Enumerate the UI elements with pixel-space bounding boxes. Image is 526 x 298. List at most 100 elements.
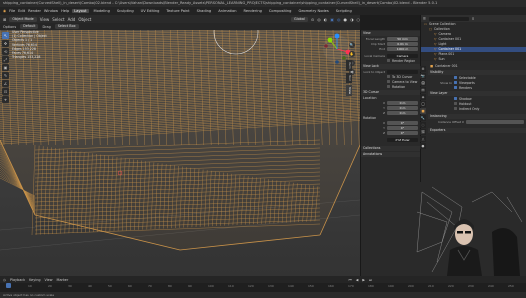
- menu-view[interactable]: View: [40, 17, 50, 22]
- overlay-icon[interactable]: ◐: [324, 17, 328, 22]
- workspace-tab-compositing[interactable]: Compositing: [267, 9, 294, 13]
- workspace-tab-uv-editing[interactable]: UV Editing: [139, 9, 162, 13]
- menu-marker[interactable]: Marker: [57, 278, 69, 282]
- transform-tool-icon[interactable]: ▣: [2, 64, 9, 71]
- viewports-checkbox[interactable]: [454, 81, 457, 84]
- menu-playback[interactable]: Playback: [10, 278, 25, 282]
- cursor-loc-x-field[interactable]: 0 m: [387, 100, 418, 105]
- cursor-rot-x-field[interactable]: 0°: [387, 120, 418, 125]
- menu-file[interactable]: File: [9, 9, 15, 13]
- rotation-mode-dropdown[interactable]: XYZ Euler: [387, 137, 418, 142]
- workspace-tab-sculpting[interactable]: Sculpting: [115, 9, 136, 13]
- timeline-ruler[interactable]: 0102030405060708090100110120130140150160…: [0, 283, 526, 292]
- playhead[interactable]: [6, 283, 11, 288]
- workspace-tab-shading[interactable]: Shading: [195, 9, 214, 13]
- selectable-checkbox[interactable]: [454, 76, 457, 79]
- holdout-checkbox[interactable]: [454, 102, 457, 105]
- filter-icon[interactable]: ⊽: [472, 17, 474, 21]
- workspace-tab-modeling[interactable]: Modeling: [92, 9, 112, 13]
- render-props-icon[interactable]: 📷: [420, 73, 426, 79]
- workspace-tab-geometry-nodes[interactable]: Geometry Nodes: [296, 9, 330, 13]
- camera-to-view-checkbox[interactable]: [387, 80, 390, 83]
- world-props-icon[interactable]: ◯: [420, 101, 426, 107]
- zoom-icon[interactable]: 🔍: [349, 42, 355, 48]
- exporters-section-header[interactable]: Exporters: [428, 128, 526, 133]
- menu-help[interactable]: Help: [61, 9, 69, 13]
- shading-solid-icon[interactable]: ●: [344, 17, 348, 22]
- cursor-rot-y-field[interactable]: 0°: [387, 125, 418, 130]
- cursor-loc-y-field[interactable]: 0 m: [387, 105, 418, 110]
- select-tool-icon[interactable]: ↖: [2, 32, 9, 39]
- constraint-props-icon[interactable]: ⛓: [420, 129, 426, 135]
- editor-type-icon[interactable]: ⊞: [3, 17, 6, 22]
- menu-window[interactable]: Window: [44, 9, 58, 13]
- outliner-search-input[interactable]: [428, 16, 469, 21]
- cursor-rot-z-field[interactable]: 0°: [387, 130, 418, 135]
- blender-logo-icon[interactable]: ◉: [3, 9, 6, 13]
- lock-object-field[interactable]: [387, 69, 418, 74]
- jump-start-icon[interactable]: ⏮: [349, 278, 352, 282]
- timeline-editor-icon[interactable]: ◷: [3, 278, 6, 282]
- renders-checkbox[interactable]: [454, 86, 457, 89]
- jump-end-icon[interactable]: ⏭: [369, 278, 372, 282]
- cursor-tool-icon[interactable]: ⌖: [2, 96, 9, 103]
- menu-render[interactable]: Render: [28, 9, 41, 13]
- scale-tool-icon[interactable]: ⤢: [2, 56, 9, 63]
- move-tool-icon[interactable]: ✥: [2, 40, 9, 47]
- modifier-props-icon[interactable]: 🔧: [420, 115, 426, 121]
- view-layer-props-icon[interactable]: ▤: [420, 87, 426, 93]
- rotate-tool-icon[interactable]: ⟲: [2, 48, 9, 55]
- shading-wire-icon[interactable]: ◍: [337, 17, 341, 22]
- shadow-checkbox[interactable]: [454, 97, 457, 100]
- play-icon[interactable]: ▶: [362, 278, 365, 282]
- annotate-tool-icon[interactable]: ✎: [2, 72, 9, 79]
- data-props-icon[interactable]: △: [420, 136, 426, 142]
- workspace-tab-rendering[interactable]: Rendering: [242, 9, 264, 13]
- measure-tool-icon[interactable]: ∠: [2, 80, 9, 87]
- object-name-field[interactable]: Container 001: [435, 64, 458, 68]
- scene-props-icon[interactable]: ◈: [420, 94, 426, 100]
- mode-dropdown[interactable]: Object Mode: [9, 16, 37, 22]
- lock-rotation-checkbox[interactable]: [387, 85, 390, 88]
- tool-props-icon[interactable]: ⚙: [420, 66, 426, 72]
- menu-view-timeline[interactable]: View: [45, 278, 53, 282]
- select-box-dropdown[interactable]: Select Box: [54, 24, 79, 29]
- menu-add[interactable]: Add: [68, 17, 76, 22]
- play-reverse-icon[interactable]: ◀: [356, 278, 359, 282]
- 3d-viewport[interactable]: [0, 30, 360, 276]
- focal-length-field[interactable]: 50 mm: [387, 36, 418, 41]
- workspace-tab-scripting[interactable]: Scripting: [334, 9, 354, 13]
- cursor-loc-z-field[interactable]: 0 m: [387, 110, 418, 115]
- tab-view[interactable]: View: [346, 84, 352, 96]
- menu-keying[interactable]: Keying: [29, 278, 40, 282]
- snap-icon[interactable]: ⊙: [311, 17, 314, 22]
- local-camera-field[interactable]: Camera: [387, 53, 418, 58]
- clip-start-field[interactable]: 0.01 m: [387, 41, 418, 46]
- shading-material-icon[interactable]: ◑: [350, 17, 354, 22]
- transform-pivot-dropdown[interactable]: Default: [20, 24, 39, 29]
- workspace-tab-layout[interactable]: Layout: [72, 9, 89, 13]
- render-region-checkbox[interactable]: [387, 59, 390, 62]
- menu-object[interactable]: Object: [78, 17, 91, 22]
- proportional-edit-icon[interactable]: ◎: [317, 17, 321, 22]
- pan-hand-icon[interactable]: ✋: [349, 51, 355, 57]
- tool-options[interactable]: Options: [3, 25, 16, 29]
- lock-3d-cursor-checkbox[interactable]: [387, 75, 390, 78]
- xray-icon[interactable]: ▣: [330, 17, 334, 22]
- clip-end-field[interactable]: 1000 m: [387, 46, 418, 51]
- indirect-only-checkbox[interactable]: [454, 107, 457, 110]
- collections-section-header[interactable]: Collections: [361, 146, 420, 151]
- add-cube-tool-icon[interactable]: ⊡: [2, 88, 9, 95]
- object-props-icon[interactable]: ■: [420, 108, 426, 114]
- menu-select[interactable]: Select: [52, 17, 64, 22]
- workspace-tab-texture-paint[interactable]: Texture Paint: [164, 9, 191, 13]
- outliner-editor-icon[interactable]: ☰: [423, 17, 426, 21]
- shading-rendered-icon[interactable]: ○: [357, 17, 361, 22]
- physics-props-icon[interactable]: ◌: [420, 122, 426, 128]
- material-props-icon[interactable]: ●: [420, 143, 426, 149]
- tab-item[interactable]: Item: [346, 60, 352, 71]
- output-props-icon[interactable]: 🖨: [420, 80, 426, 86]
- tab-tool[interactable]: Tool: [346, 72, 352, 83]
- annotations-section-header[interactable]: Annotations: [361, 152, 420, 157]
- orientation-dropdown[interactable]: Global: [291, 16, 308, 22]
